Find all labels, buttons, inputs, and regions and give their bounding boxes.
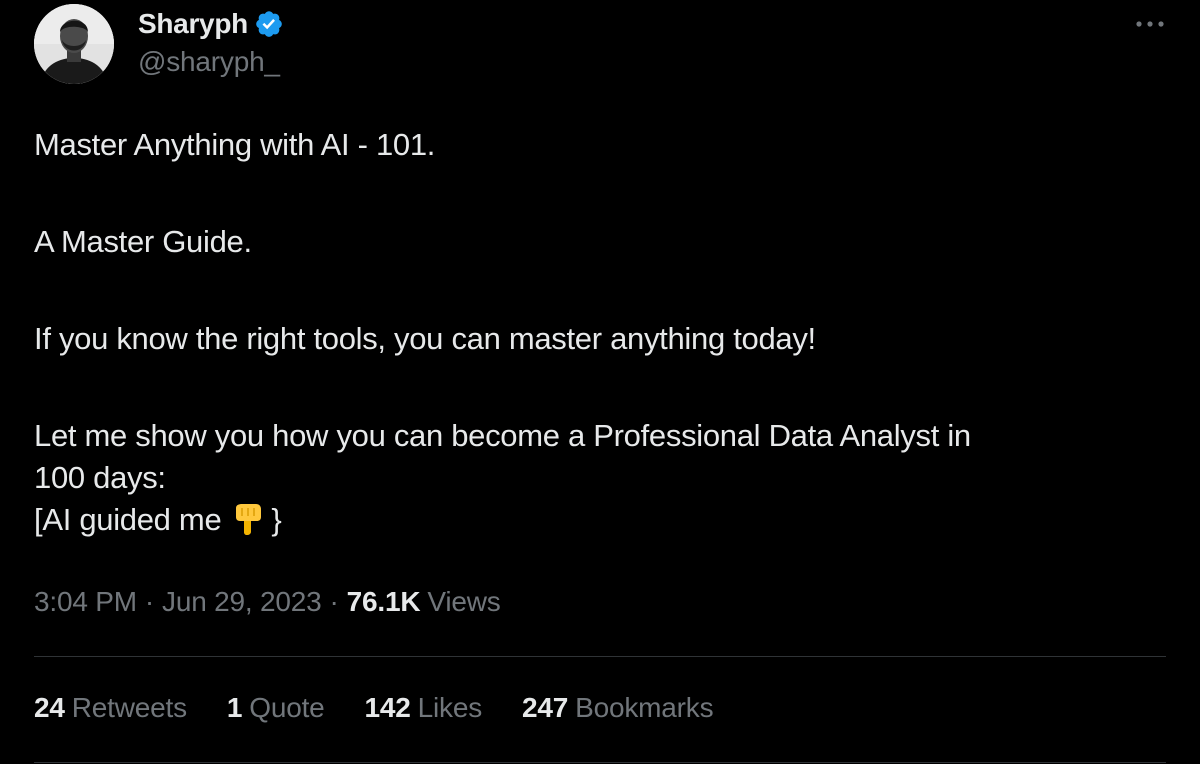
views-count[interactable]: 76.1K [347, 586, 421, 618]
tweet-line: A Master Guide. [34, 224, 252, 259]
tweet-text: Master Anything with AI - 101. A Master … [34, 124, 1154, 547]
meta-separator: · [144, 586, 155, 617]
bookmarks-stat[interactable]: 247 Bookmarks [522, 692, 714, 724]
likes-stat[interactable]: 142 Likes [365, 692, 483, 724]
views-label[interactable]: Views [427, 586, 500, 618]
likes-count: 142 [364, 692, 411, 723]
divider [34, 656, 1166, 657]
retweets-count: 24 [34, 692, 65, 723]
tweet-time[interactable]: 3:04 PM [34, 586, 137, 618]
retweets-label: Retweets [71, 692, 187, 723]
tweet-line-prefix: [AI guided me [34, 502, 222, 537]
verified-badge-icon [254, 9, 284, 39]
tweet-line-last: [AI guided me } [34, 499, 1154, 547]
meta-separator: · [329, 586, 339, 617]
display-name[interactable]: Sharyph [138, 8, 248, 40]
tweet-line-suffix: } [271, 502, 282, 537]
user-handle[interactable]: @sharyph_ [138, 46, 284, 78]
divider [34, 762, 1166, 763]
tweet-date[interactable]: Jun 29, 2023 [162, 586, 322, 618]
bookmarks-count: 247 [522, 692, 569, 723]
bookmarks-label: Bookmarks [575, 692, 714, 723]
pointing-down-emoji-icon [231, 502, 265, 547]
tweet-line: If you know the right tools, you can mas… [34, 321, 816, 356]
tweet-line: 100 days: [34, 460, 166, 495]
tweet-line: Master Anything with AI - 101. [34, 127, 436, 162]
more-horizontal-icon[interactable] [1128, 6, 1172, 42]
engagement-stats: 24 Retweets 1 Quote 142 Likes 247 Bookmarks [34, 692, 753, 724]
quotes-stat[interactable]: 1 Quote [227, 692, 325, 724]
author-block: Sharyph @sharyph_ [138, 6, 284, 78]
name-row: Sharyph [138, 6, 284, 42]
retweets-stat[interactable]: 24 Retweets [34, 692, 187, 724]
tweet: Sharyph @sharyph_ Master Anything with A… [0, 0, 1200, 764]
avatar[interactable] [34, 4, 114, 84]
quotes-label: Quote [249, 692, 325, 723]
profile-photo-icon [34, 4, 114, 84]
tweet-line: Let me show you how you can become a Pro… [34, 418, 971, 453]
tweet-meta: 3:04 PM · Jun 29, 2023 · 76.1K Views [34, 586, 501, 618]
likes-label: Likes [417, 692, 483, 723]
quotes-count: 1 [226, 692, 243, 723]
